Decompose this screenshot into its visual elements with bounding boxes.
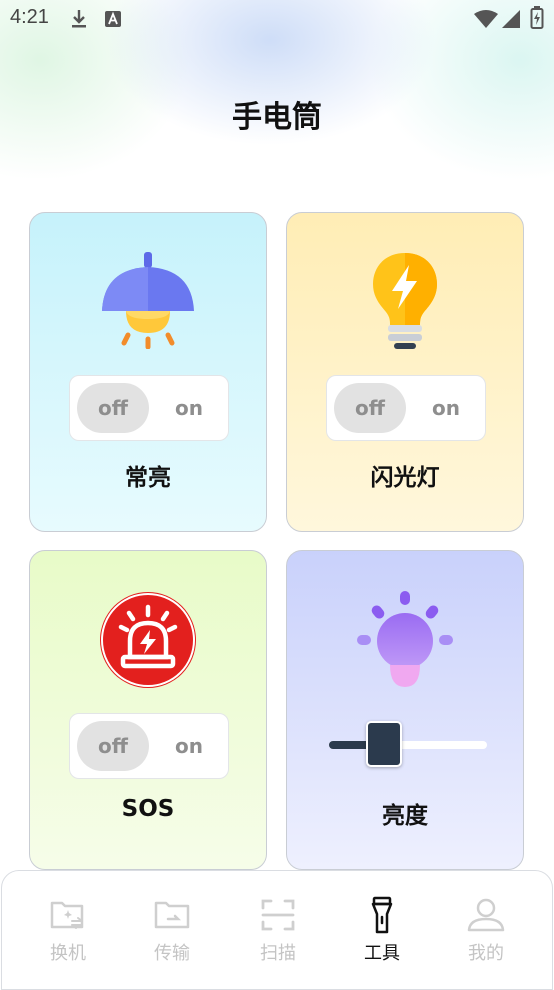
status-bar: 4:21 bbox=[0, 0, 554, 40]
page-title: 手电筒 bbox=[232, 100, 322, 135]
toggle-off-option[interactable]: off bbox=[77, 383, 149, 433]
status-time: 4:21 bbox=[10, 6, 49, 28]
pendant-lamp-icon bbox=[98, 249, 198, 353]
a-box-icon bbox=[104, 10, 122, 32]
flashlight-icon bbox=[371, 896, 393, 934]
toggle-on-option[interactable]: on bbox=[158, 721, 220, 771]
sos-toggle[interactable]: off on bbox=[69, 713, 229, 779]
card-label: 亮度 bbox=[382, 803, 428, 829]
wifi-icon bbox=[474, 10, 498, 32]
brightness-slider[interactable] bbox=[329, 721, 487, 771]
card-flash: off on 闪光灯 bbox=[286, 212, 524, 532]
glowing-bulb-icon bbox=[355, 591, 455, 695]
card-brightness: 亮度 bbox=[286, 550, 524, 870]
toggle-off-option[interactable]: off bbox=[77, 721, 149, 771]
nav-item-scan[interactable]: 扫描 bbox=[228, 895, 328, 965]
card-steady-light: off on 常亮 bbox=[29, 212, 267, 532]
alarm-siren-icon bbox=[99, 591, 197, 693]
scan-icon bbox=[261, 899, 295, 931]
nav-item-switch[interactable]: 换机 bbox=[18, 895, 118, 965]
nav-item-profile[interactable]: 我的 bbox=[436, 895, 536, 965]
toggle-on-option[interactable]: on bbox=[158, 383, 220, 433]
nav-item-transfer[interactable]: 传输 bbox=[122, 895, 222, 965]
card-label: 常亮 bbox=[125, 465, 171, 491]
nav-label: 我的 bbox=[468, 943, 504, 964]
nav-label: 传输 bbox=[154, 943, 190, 964]
lightning-bulb-icon bbox=[370, 251, 440, 357]
phone-switch-icon bbox=[50, 901, 84, 929]
folder-transfer-icon bbox=[154, 901, 190, 929]
nav-label: 换机 bbox=[50, 943, 86, 964]
toggle-off-option[interactable]: off bbox=[334, 383, 406, 433]
battery-icon bbox=[530, 6, 544, 34]
nav-label: 扫描 bbox=[260, 943, 296, 964]
download-icon bbox=[70, 8, 88, 34]
bottom-nav: 换机 传输 扫描 工具 我的 bbox=[1, 870, 553, 990]
user-icon bbox=[467, 898, 505, 932]
toggle-on-option[interactable]: on bbox=[415, 383, 477, 433]
card-sos: off on SOS bbox=[29, 550, 267, 870]
nav-item-tools[interactable]: 工具 bbox=[332, 895, 432, 965]
signal-icon bbox=[502, 10, 520, 32]
nav-label: 工具 bbox=[364, 943, 400, 964]
card-label: 闪光灯 bbox=[370, 465, 440, 491]
flash-toggle[interactable]: off on bbox=[326, 375, 486, 441]
steady-light-toggle[interactable]: off on bbox=[69, 375, 229, 441]
card-label: SOS bbox=[121, 796, 175, 822]
slider-thumb[interactable] bbox=[366, 721, 402, 767]
